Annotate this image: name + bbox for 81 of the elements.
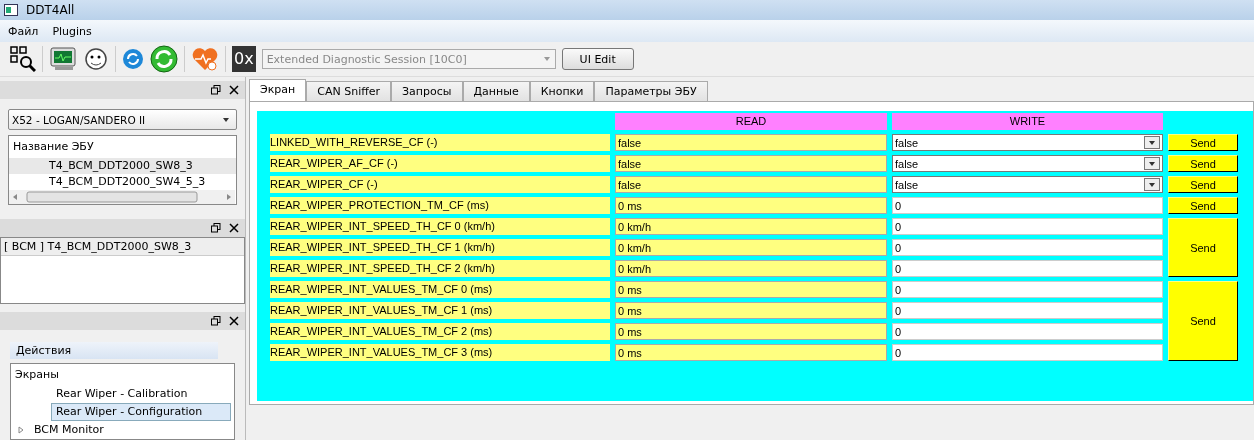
tab[interactable]: Экран [249, 79, 307, 101]
write-select[interactable]: false [892, 134, 1163, 151]
column-header: Название ЭБУ [12, 138, 95, 155]
write-field[interactable]: 0 [892, 197, 1163, 214]
parameter-label: REAR_WIPER_INT_VALUES_TM_CF 2 (ms) [270, 323, 610, 340]
read-value: 0 ms [615, 344, 887, 361]
write-field[interactable]: 0 [892, 218, 1163, 235]
write-field[interactable]: 0 [892, 302, 1163, 319]
expand-icon[interactable] [17, 426, 25, 435]
column-header: Экраны [14, 367, 60, 384]
heart-icon[interactable] [191, 46, 219, 72]
read-value: 0 ms [615, 281, 887, 298]
parameter-label: REAR_WIPER_INT_VALUES_TM_CF 3 (ms) [270, 344, 610, 361]
column-header: READ [615, 113, 887, 130]
cartoon-face-icon[interactable] [83, 46, 109, 72]
write-field[interactable]: 0 [892, 239, 1163, 256]
vehicle-select[interactable]: X52 - LOGAN/SANDERO II [8, 109, 237, 130]
send-button[interactable]: Send [1168, 155, 1238, 172]
read-value: 0 km/h [615, 239, 887, 256]
send-button[interactable]: Send [1168, 281, 1238, 361]
app-icon [4, 4, 18, 16]
tree-item[interactable]: Rear Wiper - Configuration [51, 403, 231, 422]
group-title: Действия [10, 342, 218, 360]
caret-icon [542, 55, 551, 63]
column-header: WRITE [892, 113, 1163, 130]
write-field[interactable]: 0 [892, 344, 1163, 361]
list-item[interactable]: [ BCM ] T4_BCM_DDT2000_SW8_3 [1, 238, 244, 257]
window-title: DDT4All [26, 3, 75, 17]
caret-icon[interactable] [1148, 180, 1156, 189]
parameter-label: REAR_WIPER_INT_VALUES_TM_CF 0 (ms) [270, 281, 610, 298]
read-value: 0 km/h [615, 218, 887, 235]
parameter-label: REAR_WIPER_INT_SPEED_TH_CF 2 (km/h) [270, 260, 610, 277]
tab[interactable]: Данные [462, 81, 530, 101]
restore-icon[interactable] [211, 85, 221, 96]
write-field[interactable]: 0 [892, 323, 1163, 340]
send-button[interactable]: Send [1168, 197, 1238, 214]
caret-icon[interactable] [1148, 159, 1156, 168]
list-item[interactable]: T4_BCM_DDT2000_SW4_5_3 [9, 173, 236, 190]
send-button[interactable]: Send [1168, 176, 1238, 193]
parameter-label: REAR_WIPER_CF (-) [270, 176, 610, 193]
parameter-label: REAR_WIPER_PROTECTION_TM_CF (ms) [270, 197, 610, 214]
read-value: 0 km/h [615, 260, 887, 277]
read-value: 0 ms [615, 302, 887, 319]
menu-item[interactable]: Файл [8, 24, 39, 38]
restore-icon[interactable] [211, 315, 221, 326]
read-value: false [615, 176, 887, 193]
refresh-icon[interactable] [122, 48, 144, 70]
list-item[interactable]: T4_BCM_DDT2000_SW8_3 [9, 157, 236, 174]
tree-item[interactable]: BCM Monitor [29, 421, 209, 440]
parameter-label: REAR_WIPER_AF_CF (-) [270, 155, 610, 172]
tab[interactable]: Параметры ЭБУ [594, 81, 708, 101]
close-icon[interactable] [229, 85, 239, 96]
monitor-icon[interactable] [49, 46, 77, 72]
tab[interactable]: Запросы [391, 81, 463, 101]
read-value: 0 ms [615, 323, 887, 340]
parameter-label: REAR_WIPER_INT_VALUES_TM_CF 1 (ms) [270, 302, 610, 319]
hex-button[interactable]: 0x [232, 46, 256, 72]
close-icon[interactable] [229, 223, 239, 233]
tab[interactable]: Кнопки [529, 81, 595, 101]
write-field[interactable]: 0 [892, 260, 1163, 277]
menu-item[interactable]: Plugins [52, 24, 92, 38]
sync-icon[interactable] [150, 45, 178, 73]
send-button[interactable]: Send [1168, 134, 1238, 151]
write-select[interactable]: false [892, 176, 1163, 193]
ui-edit-button[interactable]: UI Edit [561, 48, 634, 70]
tree-item[interactable]: Rear Wiper - Calibration [51, 385, 231, 404]
read-value: false [615, 134, 887, 151]
send-button[interactable]: Send [1168, 218, 1238, 277]
tab[interactable]: CAN Sniffer [306, 81, 392, 101]
caret-icon [222, 115, 230, 124]
write-select[interactable]: false [892, 155, 1163, 172]
close-icon[interactable] [229, 315, 239, 326]
parameter-label: REAR_WIPER_INT_SPEED_TH_CF 1 (km/h) [270, 239, 610, 256]
parameter-label: REAR_WIPER_INT_SPEED_TH_CF 0 (km/h) [270, 218, 610, 235]
qr-search-icon[interactable] [10, 46, 36, 72]
parameter-label: LINKED_WITH_REVERSE_CF (-) [270, 134, 610, 151]
restore-icon[interactable] [211, 223, 221, 233]
caret-icon[interactable] [1148, 138, 1156, 147]
read-value: 0 ms [615, 197, 887, 214]
read-value: false [615, 155, 887, 172]
write-field[interactable]: 0 [892, 281, 1163, 298]
